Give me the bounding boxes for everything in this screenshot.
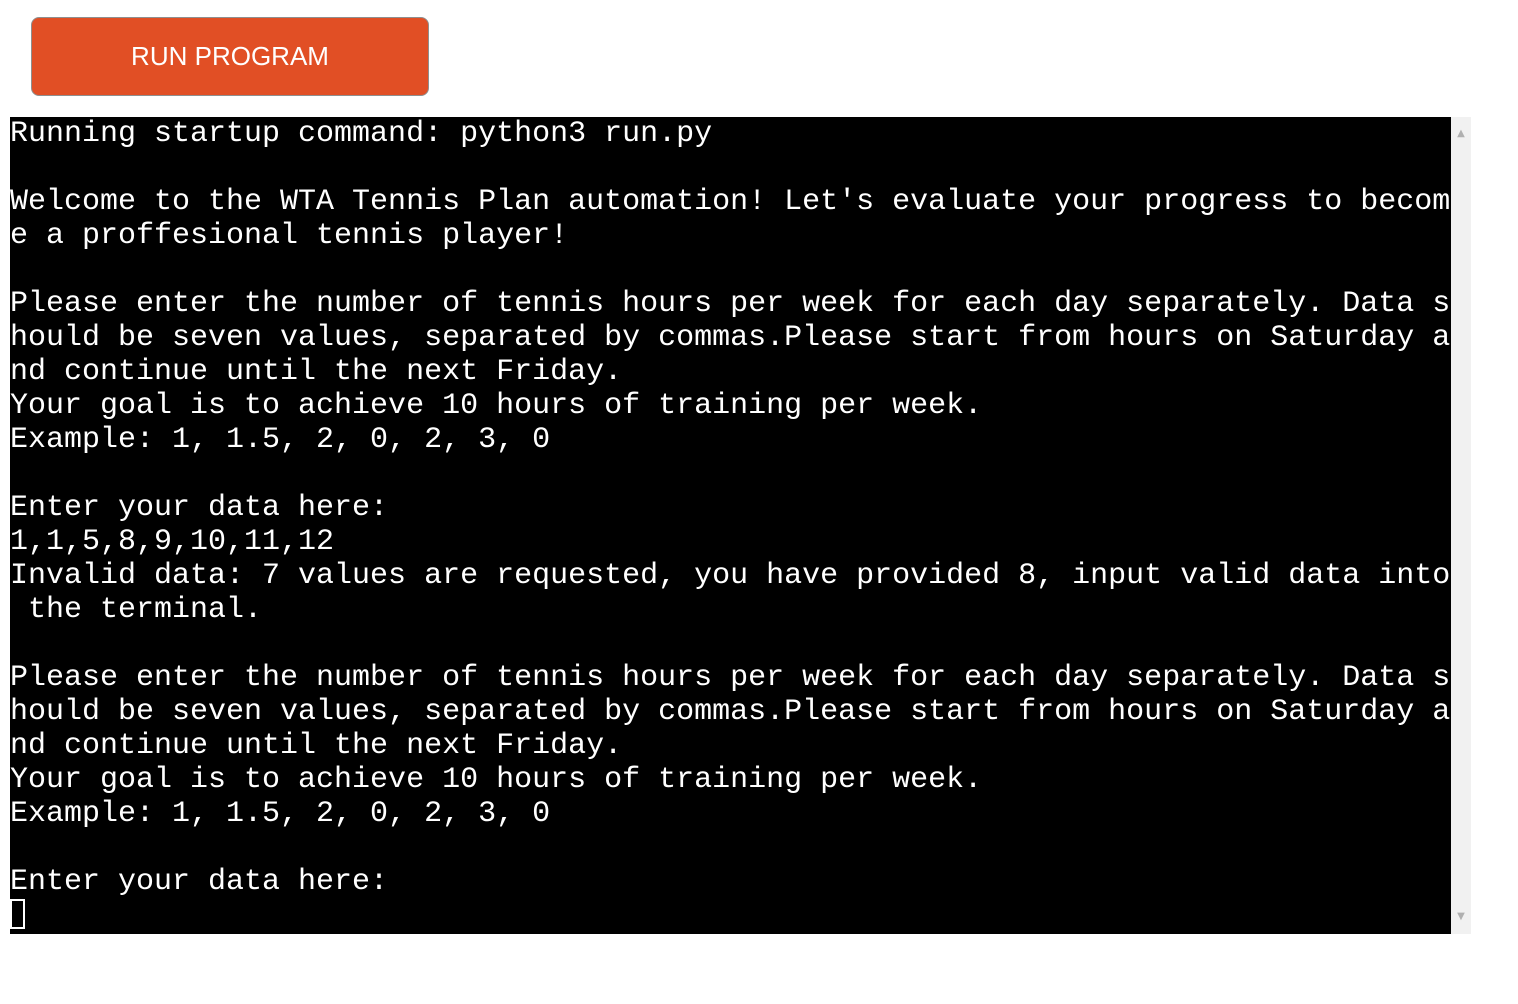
terminal-cursor	[10, 899, 25, 929]
triangle-down-icon[interactable]: ▼	[1451, 906, 1471, 926]
terminal-line: Welcome to the WTA Tennis Plan automatio…	[10, 185, 1451, 219]
terminal-line: Enter your data here:	[10, 491, 389, 525]
terminal-line: nd continue until the next Friday.	[10, 355, 623, 389]
terminal-line: Enter your data here:	[10, 865, 389, 899]
terminal-line: hould be seven values, separated by comm…	[10, 695, 1451, 729]
terminal-line: e a proffesional tennis player!	[10, 219, 569, 253]
terminal-scrollbar[interactable]: ▲ ▼	[1451, 117, 1471, 934]
terminal-line: Please enter the number of tennis hours …	[10, 287, 1451, 321]
terminal-line: Running startup command: python3 run.py	[10, 117, 713, 151]
terminal-window[interactable]: Running startup command: python3 run.py …	[10, 117, 1471, 934]
run-program-button[interactable]: RUN PROGRAM	[31, 17, 429, 96]
terminal-line: hould be seven values, separated by comm…	[10, 321, 1451, 355]
terminal-line: Example: 1, 1.5, 2, 0, 2, 3, 0	[10, 797, 551, 831]
terminal-line: Please enter the number of tennis hours …	[10, 661, 1451, 695]
terminal-output[interactable]: Running startup command: python3 run.py …	[10, 117, 1451, 934]
terminal-line: nd continue until the next Friday.	[10, 729, 623, 763]
terminal-line: Invalid data: 7 values are requested, yo…	[10, 559, 1451, 593]
terminal-line: Example: 1, 1.5, 2, 0, 2, 3, 0	[10, 423, 551, 457]
terminal-line: 1,1,5,8,9,10,11,12	[10, 525, 335, 559]
triangle-up-icon[interactable]: ▲	[1451, 123, 1471, 143]
terminal-line: Your goal is to achieve 10 hours of trai…	[10, 389, 983, 423]
terminal-line: the terminal.	[10, 593, 263, 627]
terminal-input-line[interactable]	[10, 899, 1451, 933]
terminal-line: Your goal is to achieve 10 hours of trai…	[10, 763, 983, 797]
